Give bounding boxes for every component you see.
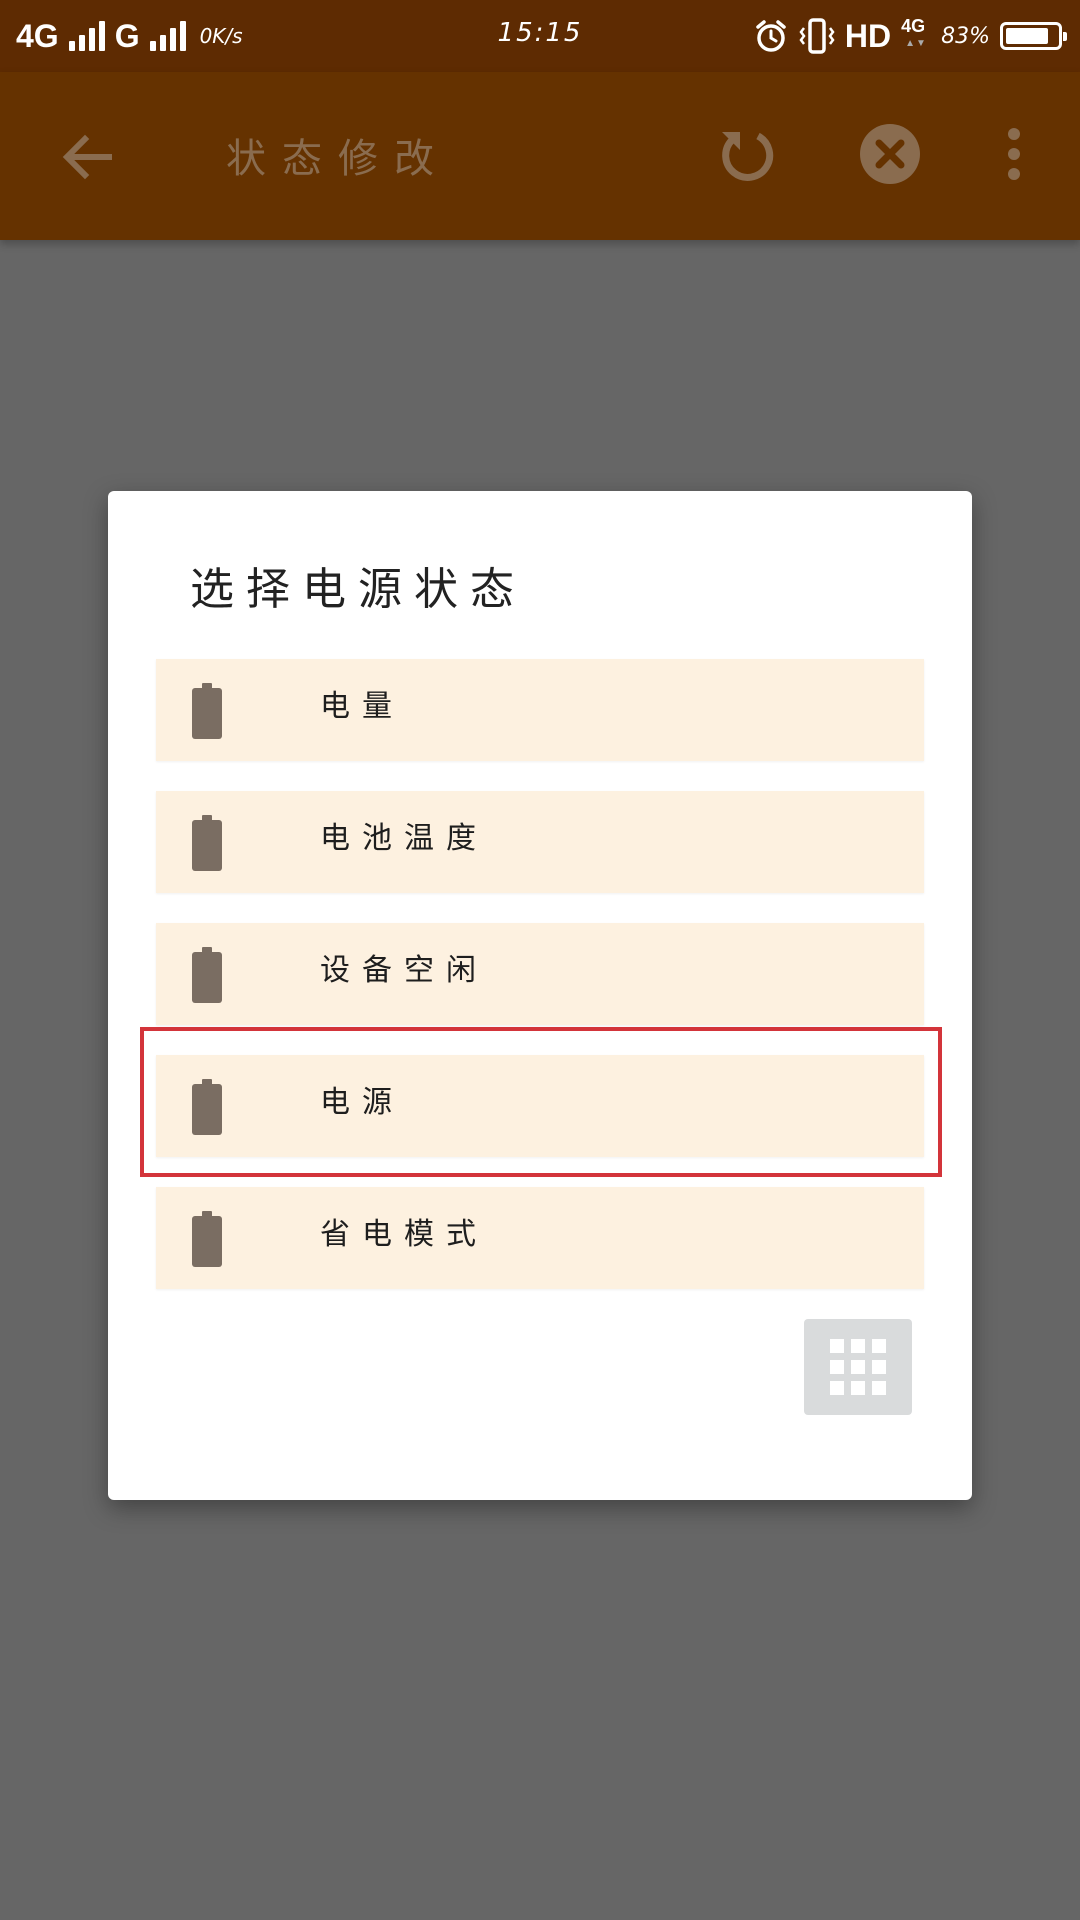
app-bar: 状态修改 [0, 72, 1080, 240]
option-label: 电源 [320, 1085, 404, 1120]
option-power-source[interactable]: 电源 [156, 1055, 924, 1157]
status-battery-icon [1000, 22, 1067, 50]
option-label: 省电模式 [320, 1217, 488, 1252]
close-circle-icon [860, 124, 920, 184]
dialog-title: 选择电源状态 [190, 564, 526, 615]
battery-level-fill [1006, 28, 1048, 44]
option-power-saving-mode[interactable]: 省电模式 [156, 1187, 924, 1289]
vibrate-icon [799, 18, 835, 54]
battery-icon [192, 1211, 222, 1267]
battery-percent: 83% [941, 23, 990, 49]
option-label: 电量 [320, 689, 404, 724]
more-options-button[interactable] [992, 116, 1036, 192]
status-bar: 4G G 0K/s 15:15 HD 4G ▲▼ 83% [0, 0, 1080, 72]
battery-icon [192, 947, 222, 1003]
option-label: 电池温度 [320, 821, 488, 856]
status-right: HD 4G ▲▼ 83% [753, 14, 1067, 58]
battery-cap [1063, 32, 1067, 41]
more-vertical-icon [1008, 128, 1020, 180]
option-battery-level[interactable]: 电量 [156, 659, 924, 761]
grid-view-button[interactable] [804, 1319, 912, 1415]
option-label: 设备空闲 [320, 953, 488, 988]
alarm-icon [756, 20, 786, 52]
battery-icon [192, 815, 222, 871]
reset-button[interactable] [708, 116, 784, 192]
option-battery-temperature[interactable]: 电池温度 [156, 791, 924, 893]
mini-network-label: 4G [901, 16, 926, 36]
power-state-dialog: 选择电源状态 电量 电池温度 设备空闲 电源 省电模式 [108, 491, 972, 1500]
battery-icon [192, 1079, 222, 1135]
option-list: 电量 电池温度 设备空闲 电源 省电模式 [156, 659, 924, 1319]
close-button[interactable] [852, 116, 928, 192]
back-button[interactable] [52, 122, 122, 192]
arrow-left-icon [62, 134, 112, 180]
hd-indicator: HD [844, 17, 892, 54]
data-activity-icon: ▲▼ [905, 38, 927, 49]
grid-icon [830, 1339, 886, 1395]
mini-network-indicator: 4G ▲▼ [901, 16, 931, 56]
battery-icon [192, 683, 222, 739]
option-device-idle[interactable]: 设备空闲 [156, 923, 924, 1025]
page-title: 状态修改 [226, 136, 450, 182]
refresh-icon [722, 132, 774, 181]
